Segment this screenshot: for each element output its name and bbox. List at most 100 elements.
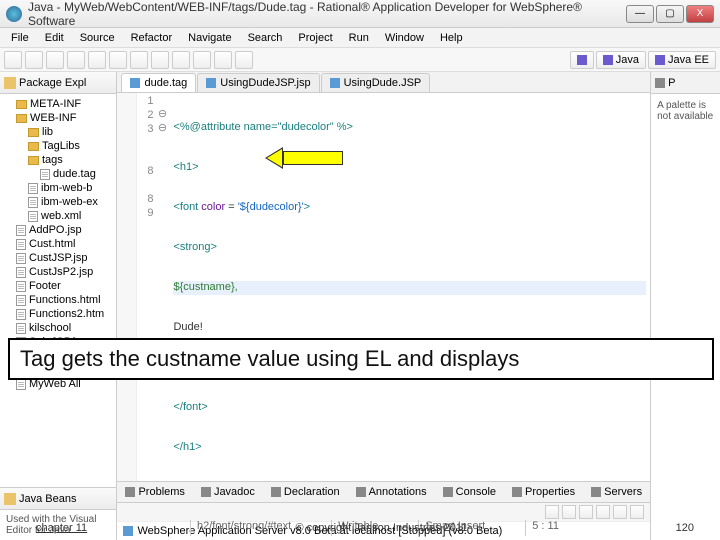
package-explorer-tab[interactable]: Package Expl [0,72,116,94]
tree-item[interactable]: ibm-web-ex [2,195,114,209]
tab-problems[interactable]: Problems [121,484,188,500]
tree-item[interactable]: dude.tag [2,167,114,181]
new-package-button[interactable] [130,51,148,69]
tab-javadoc[interactable]: Javadoc [197,484,259,500]
file-icon [40,169,50,180]
editor-tab-dude[interactable]: dude.tag [121,73,196,92]
package-explorer-tree[interactable]: META-INFWEB-INFlibTagLibstagsdude.tagibm… [0,94,116,487]
maximize-button[interactable]: ▢ [656,5,684,23]
tree-item-label: web.xml [41,209,81,223]
tree-item[interactable]: CustJsP2.jsp [2,265,114,279]
editor-tab-usingdude-label: UsingDude.JSP [344,77,422,89]
tab-properties[interactable]: Properties [508,484,579,500]
tree-item[interactable]: AddPO.jsp [2,223,114,237]
open-type-button[interactable] [172,51,190,69]
tree-item[interactable]: WEB-INF [2,111,114,125]
tree-item[interactable]: web.xml [2,209,114,223]
editor-tab-usingdude[interactable]: UsingDude.JSP [321,73,431,92]
minimize-button[interactable]: — [626,5,654,23]
declaration-icon [271,487,281,497]
run-button[interactable] [88,51,106,69]
tree-item[interactable]: Functions2.htm [2,307,114,321]
file-icon [206,78,216,88]
debug-button[interactable] [67,51,85,69]
file-icon [16,295,26,306]
tab-console-label: Console [456,486,496,498]
slide-caption: Tag gets the custname value using EL and… [8,338,714,380]
menu-source[interactable]: Source [73,30,122,46]
perspective-java[interactable]: Java [596,51,646,69]
save-button[interactable] [25,51,43,69]
tree-item[interactable]: CustJSP.jsp [2,251,114,265]
menu-help[interactable]: Help [433,30,470,46]
perspective-javaee[interactable]: Java EE [648,51,716,69]
tab-javadoc-label: Javadoc [214,486,255,498]
nav-fwd-button[interactable] [235,51,253,69]
menubar: File Edit Source Refactor Navigate Searc… [0,28,720,48]
tree-item-label: TagLibs [42,139,80,153]
tab-servers[interactable]: Servers [587,484,646,500]
menu-edit[interactable]: Edit [38,30,71,46]
nav-back-button[interactable] [214,51,232,69]
search-button[interactable] [193,51,211,69]
tree-item-label: ibm-web-ex [41,195,98,209]
close-button[interactable]: X [686,5,714,23]
folder-icon [28,156,39,165]
palette-tab[interactable]: P [651,72,720,94]
code-editor[interactable]: 123889 ⊖⊖ <%@attribute name="dudecolor" … [117,93,650,481]
tree-item[interactable]: tags [2,153,114,167]
tab-annotations[interactable]: Annotations [352,484,431,500]
menu-search[interactable]: Search [241,30,290,46]
file-icon [16,379,26,390]
tree-item-label: Footer [29,279,61,293]
tree-item[interactable]: META-INF [2,97,114,111]
menu-run[interactable]: Run [342,30,376,46]
perspective-javaee-label: Java EE [668,54,709,66]
code-area[interactable]: <%@attribute name="dudecolor" %> <h1> <f… [169,93,650,481]
annotations-icon [356,487,366,497]
print-button[interactable] [46,51,64,69]
tree-item[interactable]: ibm-web-b [2,181,114,195]
app-icon [6,6,22,22]
java-beans-tab[interactable]: Java Beans [0,488,116,510]
page-number: 120 [676,522,720,534]
properties-icon [512,487,522,497]
new-button[interactable] [4,51,22,69]
open-perspective-button[interactable] [570,51,594,69]
folder-icon [28,128,39,137]
folder-icon [28,142,39,151]
menu-refactor[interactable]: Refactor [124,30,180,46]
tree-item-label: Functions.html [29,293,101,307]
tab-console[interactable]: Console [439,484,500,500]
menu-navigate[interactable]: Navigate [181,30,238,46]
tree-item-label: tags [42,153,63,167]
chapter-label: chapter 11 [0,522,87,534]
folder-icon [16,100,27,109]
menu-project[interactable]: Project [291,30,339,46]
package-explorer-title: Package Expl [19,77,112,89]
file-icon [28,211,38,222]
file-icon [130,78,140,88]
tree-item[interactable]: TagLibs [2,139,114,153]
tab-declaration[interactable]: Declaration [267,484,344,500]
fold-markers[interactable]: ⊖⊖ [155,93,169,481]
file-icon [16,253,26,264]
menu-window[interactable]: Window [378,30,431,46]
menu-file[interactable]: File [4,30,36,46]
problems-icon [125,487,135,497]
tree-item[interactable]: Cust.html [2,237,114,251]
ext-tools-button[interactable] [109,51,127,69]
line-numbers: 123889 [137,93,155,481]
file-icon [16,309,26,320]
tree-item-label: lib [42,125,53,139]
window-title: Java - MyWeb/WebContent/WEB-INF/tags/Dud… [28,0,626,28]
tree-item-label: ibm-web-b [41,181,92,195]
tree-item[interactable]: kilschool [2,321,114,335]
editor-tab-dude-label: dude.tag [144,77,187,89]
palette-message: A palette is not available [651,94,720,128]
editor-tab-usingdudejsp[interactable]: UsingDudeJSP.jsp [197,73,319,92]
tree-item[interactable]: lib [2,125,114,139]
tree-item[interactable]: Functions.html [2,293,114,307]
tree-item[interactable]: Footer [2,279,114,293]
new-class-button[interactable] [151,51,169,69]
